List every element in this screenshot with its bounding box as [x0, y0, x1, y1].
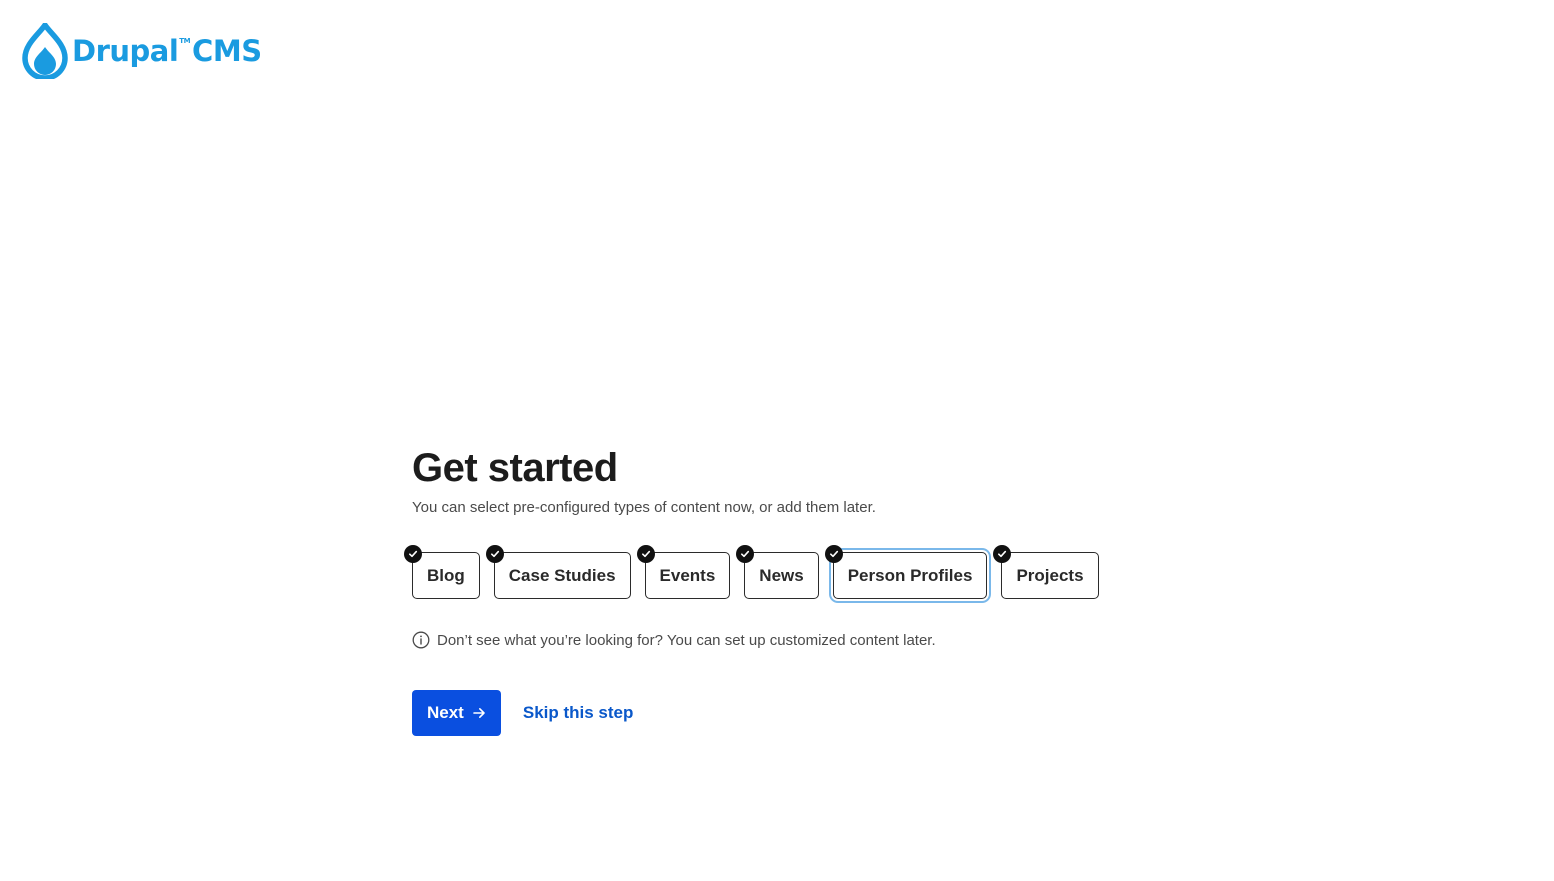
hint-text: Don’t see what you’re looking for? You c…: [437, 631, 936, 649]
next-button-label: Next: [427, 703, 464, 722]
get-started-panel: Get started You can select pre-configure…: [404, 444, 1172, 736]
drupal-drop-icon: [22, 23, 68, 79]
page: Drupal TM CMS Get started You can select…: [0, 0, 1554, 881]
page-title: Get started: [412, 446, 618, 490]
option-label: News: [759, 565, 804, 585]
checkmark-icon: [485, 545, 504, 563]
logo-trademark: TM: [179, 36, 191, 45]
checkmark-icon: [993, 545, 1012, 563]
option-case-studies[interactable]: Case Studies: [485, 545, 631, 599]
skip-step-link[interactable]: Skip this step: [523, 703, 634, 723]
page-subtitle: You can select pre-configured types of c…: [412, 499, 876, 516]
logo-wordmark: Drupal TM CMS: [72, 33, 262, 68]
logo-brand-name: Drupal: [72, 33, 179, 68]
arrow-right-icon: [473, 708, 485, 718]
option-blog[interactable]: Blog: [404, 545, 480, 599]
checkmark-icon: [636, 545, 655, 563]
checkmark-icon: [824, 545, 843, 563]
option-projects[interactable]: Projects: [993, 545, 1099, 599]
info-icon: [412, 631, 430, 649]
option-news[interactable]: News: [736, 545, 819, 599]
content-type-options: Blog Case Studies Events News Person Pro…: [404, 545, 1172, 600]
logo-product-name: CMS: [192, 33, 262, 68]
option-label: Case Studies: [508, 565, 616, 585]
option-label: Blog: [427, 565, 465, 585]
option-events[interactable]: Events: [636, 545, 731, 599]
option-label: Projects: [1016, 565, 1084, 585]
hint-message: Don’t see what you’re looking for? You c…: [412, 631, 1172, 649]
checkmark-icon: [404, 545, 422, 563]
option-label: Person Profiles: [847, 565, 973, 585]
option-label: Events: [659, 565, 716, 585]
checkmark-icon: [736, 545, 755, 563]
next-button[interactable]: Next: [412, 690, 501, 736]
form-actions: Next Skip this step: [412, 690, 1172, 736]
drupal-cms-logo: Drupal TM CMS: [22, 22, 262, 80]
option-person-profiles[interactable]: Person Profiles: [824, 545, 988, 599]
